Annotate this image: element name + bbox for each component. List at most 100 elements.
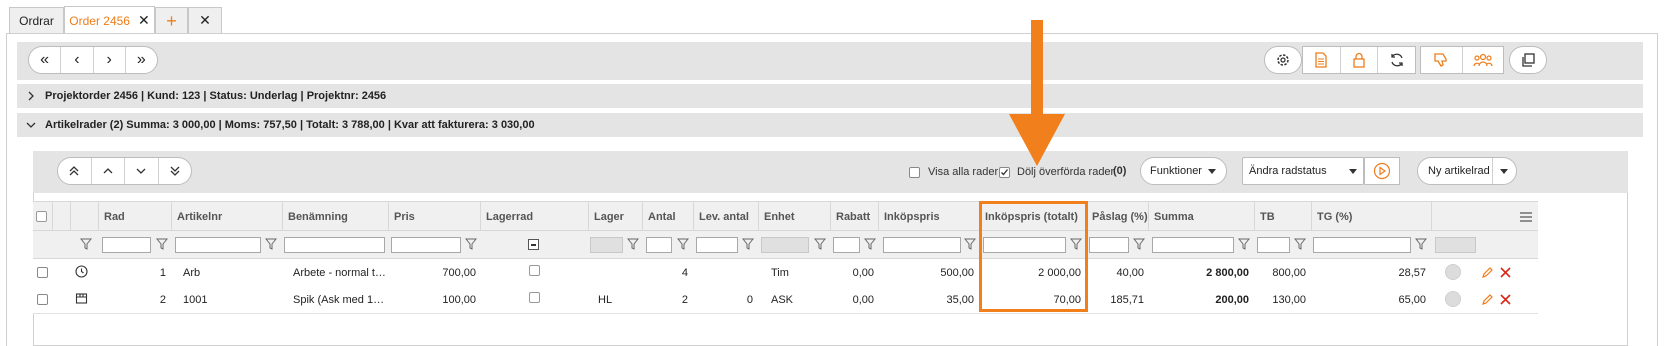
filter-tb-input[interactable] bbox=[1257, 237, 1290, 253]
filter-inkopspris-input[interactable] bbox=[883, 237, 961, 253]
filter-tg-input[interactable] bbox=[1313, 237, 1411, 253]
filter-antal-input[interactable] bbox=[646, 237, 672, 253]
col-rabatt[interactable]: Rabatt bbox=[830, 202, 878, 232]
caret-down-icon bbox=[1349, 169, 1357, 174]
col-rad[interactable]: Rad bbox=[98, 202, 171, 232]
col-benamning[interactable]: Benämning bbox=[282, 202, 388, 232]
project-order-section-header[interactable]: Projektorder 2456 | Kund: 123 | Status: … bbox=[17, 84, 1643, 108]
col-tg[interactable]: TG (%) bbox=[1311, 202, 1431, 232]
double-chevron-up-icon bbox=[69, 166, 79, 176]
filter-icon bbox=[677, 238, 689, 250]
move-up-button[interactable] bbox=[92, 158, 125, 184]
chevron-right-icon bbox=[17, 91, 45, 101]
show-all-rows-checkbox[interactable] bbox=[909, 167, 920, 178]
cell-lagerrad-checkbox[interactable] bbox=[529, 265, 540, 276]
cell-paslag: 185,71 bbox=[1110, 293, 1144, 306]
move-top-button[interactable] bbox=[58, 158, 92, 184]
functions-dropdown[interactable]: Funktioner bbox=[1140, 157, 1227, 185]
tab-orders-label: Ordrar bbox=[19, 13, 54, 28]
new-article-row-button[interactable]: Ny artikelrad bbox=[1417, 157, 1517, 185]
cell-benamning: Arbete - normal t… bbox=[293, 266, 386, 279]
col-artikelnr[interactable]: Artikelnr bbox=[171, 202, 282, 232]
cell-summa: 200,00 bbox=[1215, 293, 1249, 306]
settings-button[interactable] bbox=[1264, 46, 1302, 74]
move-down-button[interactable] bbox=[125, 158, 159, 184]
filter-actions-input bbox=[1435, 237, 1476, 253]
row-checkbox[interactable] bbox=[37, 294, 48, 305]
col-antal[interactable]: Antal bbox=[642, 202, 693, 232]
col-status bbox=[70, 202, 98, 232]
filter-lagerrad-tristate[interactable] bbox=[528, 239, 539, 250]
filter-icon bbox=[1238, 238, 1250, 250]
filter-artikelnr-input[interactable] bbox=[175, 237, 261, 253]
col-lev-antal[interactable]: Lev. antal bbox=[693, 202, 758, 232]
filter-paslag-input[interactable] bbox=[1089, 237, 1129, 253]
hide-transferred-checkbox[interactable] bbox=[999, 167, 1010, 178]
project-order-summary: Projektorder 2456 | Kund: 123 | Status: … bbox=[45, 90, 387, 102]
col-tb[interactable]: TB bbox=[1254, 202, 1311, 232]
filter-rad-input[interactable] bbox=[102, 237, 151, 253]
filter-icon bbox=[80, 238, 92, 250]
table-row[interactable]: 2 1001 Spik (Ask med 1… 100,00 HL 2 0 AS… bbox=[33, 286, 1538, 314]
refresh-button[interactable] bbox=[1378, 47, 1415, 73]
move-bottom-button[interactable] bbox=[159, 158, 192, 184]
reject-button[interactable] bbox=[1421, 47, 1463, 73]
chevron-down-icon bbox=[17, 120, 45, 130]
cell-pris: 100,00 bbox=[442, 293, 476, 306]
add-tab-button[interactable]: + bbox=[155, 7, 188, 33]
cell-pris: 700,00 bbox=[442, 266, 476, 279]
document-button[interactable] bbox=[1303, 47, 1341, 73]
filter-enhet-input bbox=[761, 237, 809, 253]
first-record-button[interactable]: « bbox=[29, 47, 62, 73]
status-indicator bbox=[1445, 264, 1461, 280]
cell-rad: 1 bbox=[159, 266, 166, 279]
tab-orders[interactable]: Ordrar bbox=[9, 7, 64, 33]
filter-pris-input[interactable] bbox=[391, 237, 461, 253]
col-pris[interactable]: Pris bbox=[388, 202, 480, 232]
filter-summa-input[interactable] bbox=[1152, 237, 1234, 253]
row-checkbox[interactable] bbox=[37, 267, 48, 278]
cell-inkopspris: 35,00 bbox=[946, 293, 974, 306]
cell-lagerrad-checkbox[interactable] bbox=[529, 292, 540, 303]
gear-icon bbox=[1265, 47, 1301, 73]
cell-rabatt: 0,00 bbox=[852, 266, 874, 279]
last-record-button[interactable]: » bbox=[126, 47, 157, 73]
filter-benamning-input[interactable] bbox=[284, 237, 385, 253]
row-move-buttons bbox=[57, 157, 192, 185]
lock-button[interactable] bbox=[1341, 47, 1379, 73]
users-button[interactable] bbox=[1463, 47, 1504, 73]
prev-record-button[interactable]: ‹ bbox=[61, 47, 94, 73]
select-all-checkbox[interactable] bbox=[36, 211, 47, 222]
close-all-tabs-button[interactable]: ✕ bbox=[188, 7, 222, 33]
status-indicator bbox=[1445, 291, 1461, 307]
cell-artikelnr: 1001 bbox=[183, 293, 208, 306]
tab-bar: Ordrar Order 2456 ✕ + ✕ bbox=[0, 0, 1665, 34]
filter-icon bbox=[814, 238, 826, 250]
close-tab-icon[interactable]: ✕ bbox=[138, 12, 150, 29]
next-record-button[interactable]: › bbox=[94, 47, 126, 73]
filter-rabatt-input[interactable] bbox=[833, 237, 860, 253]
article-rows-section-header[interactable]: Artikelrader (2) Summa: 3 000,00 | Moms:… bbox=[17, 113, 1643, 137]
cell-artikelnr: Arb bbox=[183, 266, 201, 279]
table-row[interactable]: 1 Arb Arbete - normal t… 700,00 4 Tim 0,… bbox=[33, 259, 1538, 287]
cell-rad: 2 bbox=[159, 293, 166, 306]
col-paslag[interactable]: Påslag (%) bbox=[1086, 202, 1148, 232]
tab-order-2456[interactable]: Order 2456 ✕ bbox=[64, 6, 155, 34]
copy-button[interactable] bbox=[1509, 46, 1547, 74]
col-summa[interactable]: Summa bbox=[1148, 202, 1254, 232]
col-lager[interactable]: Lager bbox=[588, 202, 642, 232]
chevron-right-icon: › bbox=[106, 51, 112, 68]
record-navigation: « ‹ › » bbox=[28, 46, 158, 74]
annotation-arrow bbox=[1009, 20, 1065, 166]
change-row-status-select[interactable]: Ändra radstatus bbox=[1242, 157, 1364, 185]
col-icon bbox=[52, 202, 70, 232]
cell-tg: 28,57 bbox=[1398, 266, 1426, 279]
col-lagerrad[interactable]: Lagerrad bbox=[480, 202, 588, 232]
col-enhet[interactable]: Enhet bbox=[758, 202, 830, 232]
apply-status-button[interactable] bbox=[1364, 157, 1400, 185]
filter-lev-antal-input[interactable] bbox=[696, 237, 738, 253]
cell-lager: HL bbox=[598, 293, 613, 306]
change-row-status-label: Ändra radstatus bbox=[1249, 165, 1327, 177]
cell-enhet: Tim bbox=[771, 266, 789, 279]
col-inkopspris[interactable]: Inköpspris bbox=[878, 202, 979, 232]
